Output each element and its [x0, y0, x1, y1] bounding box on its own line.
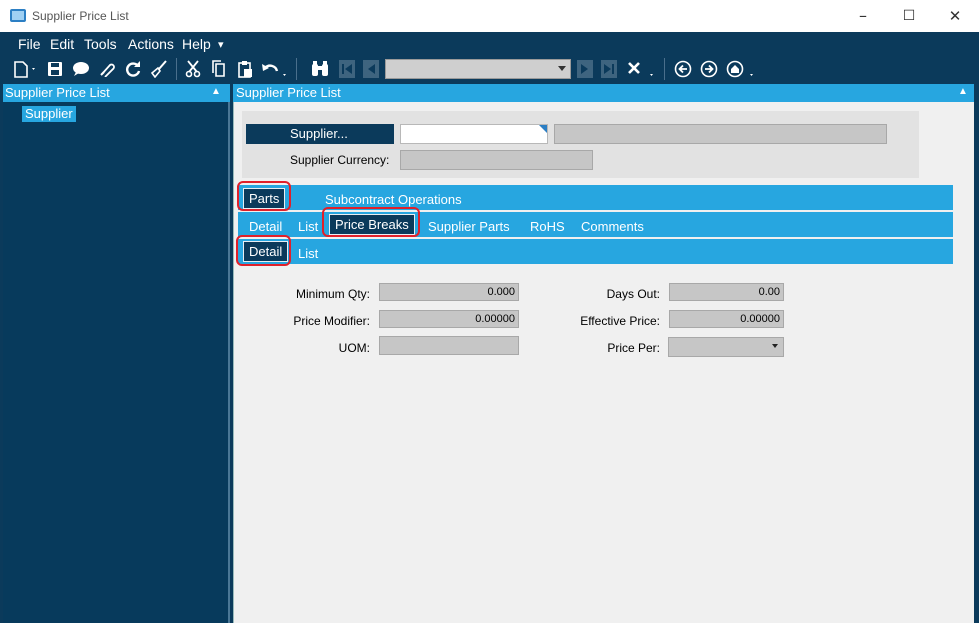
previous-record-icon[interactable] [360, 58, 382, 80]
chevron-down-icon [772, 344, 778, 348]
highlight-circle [236, 235, 291, 266]
last-record-icon[interactable] [598, 58, 620, 80]
save-icon[interactable] [44, 58, 66, 80]
cut-icon[interactable] [182, 58, 204, 80]
record-navigator-combo[interactable] [385, 59, 571, 79]
copy-icon[interactable] [208, 58, 230, 80]
undo-icon[interactable] [260, 58, 290, 80]
close-button[interactable]: ✕ [932, 0, 978, 32]
minimum-qty-field[interactable]: 0.000 [379, 283, 519, 301]
detail-panel-header [233, 84, 974, 102]
refresh-icon[interactable] [122, 58, 144, 80]
minimum-qty-label: Minimum Qty: [295, 287, 370, 301]
title-bar [0, 0, 979, 32]
window-title: Supplier Price List [32, 9, 129, 23]
tab-price-break-list[interactable]: List [298, 246, 318, 261]
chevron-down-icon [558, 66, 566, 71]
tab-supplier-parts[interactable]: Supplier Parts [428, 219, 510, 234]
first-record-icon[interactable] [336, 58, 358, 80]
supplier-id-input[interactable] [400, 124, 548, 144]
forward-icon[interactable] [698, 58, 720, 80]
memo-icon[interactable] [70, 58, 92, 80]
price-modifier-label: Price Modifier: [293, 314, 370, 328]
supplier-currency-label: Supplier Currency: [290, 153, 390, 167]
supplier-name-field [554, 124, 887, 144]
menu-overflow-icon[interactable]: ▾ [218, 38, 224, 51]
tab-list[interactable]: List [298, 219, 318, 234]
tab-strip-level3 [238, 239, 953, 264]
toolbar-separator [664, 58, 665, 80]
back-icon[interactable] [672, 58, 694, 80]
next-record-icon[interactable] [574, 58, 596, 80]
attach-icon[interactable] [96, 58, 118, 80]
menu-tools[interactable]: Tools [84, 36, 117, 52]
paste-icon[interactable] [234, 58, 256, 80]
menu-edit[interactable]: Edit [50, 36, 74, 52]
menu-actions[interactable]: Actions [128, 36, 174, 52]
highlight-circle [322, 207, 420, 237]
effective-price-field[interactable]: 0.00000 [669, 310, 784, 328]
uom-field[interactable] [379, 336, 519, 355]
clear-icon[interactable] [148, 58, 170, 80]
tab-comments[interactable]: Comments [581, 219, 644, 234]
supplier-button[interactable]: Supplier... [246, 124, 394, 144]
detail-panel-title: Supplier Price List [236, 85, 341, 100]
tab-detail[interactable]: Detail [249, 219, 282, 234]
delete-icon[interactable] [624, 58, 658, 80]
tree-panel-title: Supplier Price List [5, 85, 110, 100]
pin-icon[interactable]: ▲ [211, 86, 221, 97]
days-out-field[interactable]: 0.00 [669, 283, 784, 301]
minimize-button[interactable]: – [840, 0, 886, 32]
toolbar-separator [176, 58, 177, 80]
search-icon[interactable] [308, 58, 332, 80]
tab-rohs[interactable]: RoHS [530, 219, 565, 234]
menu-file[interactable]: File [18, 36, 41, 52]
highlight-circle [237, 181, 291, 211]
home-icon[interactable] [724, 58, 758, 80]
pin-icon[interactable]: ▲ [958, 86, 968, 97]
tree-panel [3, 84, 230, 623]
tree-node-supplier[interactable]: Supplier [22, 106, 76, 122]
toolbar-separator [296, 58, 297, 80]
price-per-label: Price Per: [607, 341, 660, 355]
uom-label: UOM: [338, 341, 370, 355]
effective-price-label: Effective Price: [580, 314, 660, 328]
price-per-select[interactable] [668, 337, 784, 357]
tab-subcontract-operations[interactable]: Subcontract Operations [325, 192, 462, 207]
new-icon[interactable] [10, 58, 40, 80]
toolbar [6, 56, 979, 82]
app-icon [10, 9, 26, 22]
required-corner-icon [539, 125, 547, 133]
menu-help[interactable]: Help [182, 36, 211, 52]
supplier-currency-field [400, 150, 593, 170]
price-modifier-field[interactable]: 0.00000 [379, 310, 519, 328]
maximize-button[interactable]: ☐ [886, 0, 932, 32]
days-out-label: Days Out: [606, 287, 660, 301]
